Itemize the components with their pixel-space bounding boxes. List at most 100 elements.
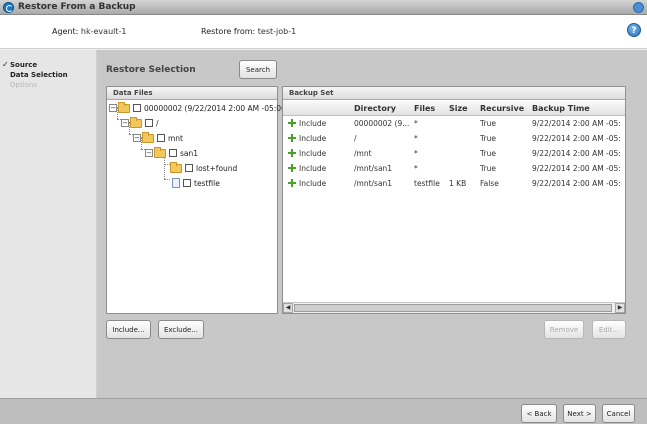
folder-icon xyxy=(130,116,142,128)
collapse-icon[interactable]: − xyxy=(109,104,117,112)
tree-node-label: mnt xyxy=(168,133,183,143)
restore-from-info: Restore from: test-job-1 xyxy=(201,27,296,36)
cancel-button[interactable]: Cancel xyxy=(602,404,635,423)
section-title: Restore Selection xyxy=(106,65,196,75)
tree-checkbox[interactable] xyxy=(157,134,165,142)
row-action: Include xyxy=(299,134,327,143)
row-recursive: True xyxy=(480,134,496,143)
column-files[interactable]: Files xyxy=(414,104,435,113)
row-files: * xyxy=(414,164,418,173)
agent-label: Agent: xyxy=(52,27,79,36)
folder-icon xyxy=(118,101,130,113)
include-plus-icon xyxy=(288,134,296,142)
checkmark-icon: ✓ xyxy=(2,60,9,69)
row-directory: / xyxy=(354,134,357,143)
collapse-icon[interactable]: − xyxy=(133,134,141,142)
agent-value: hk-evault-1 xyxy=(80,27,127,36)
row-files: testfile xyxy=(414,179,440,188)
tree-node-label: 00000002 (9/22/2014 2:00 AM -05:00) xyxy=(144,103,289,113)
tree-checkbox[interactable] xyxy=(133,104,141,112)
scroll-left-icon[interactable]: ◀ xyxy=(283,303,293,313)
row-backup-time: 9/22/2014 2:00 AM -05: xyxy=(532,134,621,143)
include-plus-icon xyxy=(288,164,296,172)
row-action: Include xyxy=(299,164,327,173)
column-recursive[interactable]: Recursive xyxy=(480,104,524,113)
step-source[interactable]: Source xyxy=(10,61,37,69)
row-size: 1 KB xyxy=(449,179,467,188)
row-directory: 00000002 (9... xyxy=(354,119,410,128)
remove-button[interactable]: Remove xyxy=(544,320,584,339)
row-backup-time: 9/22/2014 2:00 AM -05: xyxy=(532,179,621,188)
include-button[interactable]: Include... xyxy=(106,320,151,339)
tree-node-mnt[interactable]: − mnt xyxy=(133,131,183,144)
include-plus-icon xyxy=(288,149,296,157)
tree-node-root[interactable]: − / xyxy=(121,116,159,129)
include-plus-icon xyxy=(288,119,296,127)
collapse-icon[interactable]: − xyxy=(121,119,129,127)
folder-icon xyxy=(142,131,154,143)
data-files-header: Data Files xyxy=(107,87,277,100)
back-button[interactable]: < Back xyxy=(521,404,557,423)
row-files: * xyxy=(414,149,418,158)
table-row[interactable]: Include /mnt/san1 * True 9/22/2014 2:00 … xyxy=(283,161,625,176)
edit-button[interactable]: Edit... xyxy=(592,320,626,339)
tree-node-testfile[interactable]: testfile xyxy=(170,177,220,189)
backup-set-column-headers: Directory Files Size Recursive Backup Ti… xyxy=(283,101,625,116)
row-directory: /mnt xyxy=(354,149,372,158)
row-directory: /mnt/san1 xyxy=(354,179,393,188)
close-window-icon[interactable] xyxy=(633,2,644,13)
tree-node-san1[interactable]: − san1 xyxy=(145,146,199,159)
row-recursive: False xyxy=(480,179,499,188)
backup-set-header: Backup Set xyxy=(283,87,625,100)
table-row[interactable]: Include /mnt * True 9/22/2014 2:00 AM -0… xyxy=(283,146,625,161)
row-backup-time: 9/22/2014 2:00 AM -05: xyxy=(532,119,621,128)
restore-from-label: Restore from: xyxy=(201,27,256,36)
table-row[interactable]: Include / * True 9/22/2014 2:00 AM -05: xyxy=(283,131,625,146)
tree-node-lost-found[interactable]: lost+found xyxy=(170,161,238,174)
row-action: Include xyxy=(299,149,327,158)
row-files: * xyxy=(414,134,418,143)
scroll-right-icon[interactable]: ▶ xyxy=(615,303,625,313)
file-icon xyxy=(172,178,180,188)
row-recursive: True xyxy=(480,164,496,173)
table-row[interactable]: Include /mnt/san1 testfile 1 KB False 9/… xyxy=(283,176,625,191)
app-logo-icon xyxy=(3,2,14,13)
table-row[interactable]: Include 00000002 (9... * True 9/22/2014 … xyxy=(283,116,625,131)
collapse-icon[interactable]: − xyxy=(145,149,153,157)
agent-info: Agent: hk-evault-1 xyxy=(52,27,126,36)
tree-checkbox[interactable] xyxy=(145,119,153,127)
wizard-steps-sidebar: ✓ Source Data Selection Options xyxy=(0,50,97,398)
column-directory[interactable]: Directory xyxy=(354,104,396,113)
tree-checkbox[interactable] xyxy=(169,149,177,157)
title-bar: Restore From a Backup xyxy=(0,0,647,15)
restore-from-value: test-job-1 xyxy=(257,27,297,36)
help-icon[interactable]: ? xyxy=(627,23,641,37)
search-button[interactable]: Search xyxy=(239,60,277,79)
row-directory: /mnt/san1 xyxy=(354,164,393,173)
row-backup-time: 9/22/2014 2:00 AM -05: xyxy=(532,164,621,173)
row-action: Include xyxy=(299,119,327,128)
column-size[interactable]: Size xyxy=(449,104,468,113)
window-title: Restore From a Backup xyxy=(18,2,136,12)
row-action: Include xyxy=(299,179,327,188)
tree-checkbox[interactable] xyxy=(183,179,191,187)
wizard-footer: < Back Next > Cancel xyxy=(0,398,647,424)
folder-icon xyxy=(154,146,166,158)
tree-node-label: san1 xyxy=(180,148,199,158)
tree-checkbox[interactable] xyxy=(185,164,193,172)
main-content: Restore Selection Search Data Files − 00… xyxy=(97,50,647,398)
tree-node-label: / xyxy=(156,118,159,128)
scroll-thumb[interactable] xyxy=(294,304,612,312)
tree-node-label: lost+found xyxy=(196,163,238,173)
row-backup-time: 9/22/2014 2:00 AM -05: xyxy=(532,149,621,158)
next-button[interactable]: Next > xyxy=(563,404,596,423)
exclude-button[interactable]: Exclude... xyxy=(158,320,204,339)
data-files-panel: Data Files − 00000002 (9/22/2014 2:00 AM… xyxy=(106,86,289,314)
step-data-selection[interactable]: Data Selection xyxy=(10,71,68,79)
horizontal-scrollbar[interactable]: ◀ ▶ xyxy=(283,302,625,313)
backup-set-panel: Backup Set Directory Files Size Recursiv… xyxy=(282,86,626,314)
row-files: * xyxy=(414,119,418,128)
tree-node-snapshot[interactable]: − 00000002 (9/22/2014 2:00 AM -05:00) xyxy=(109,101,289,114)
column-backup-time[interactable]: Backup Time xyxy=(532,104,590,113)
tree-node-label: testfile xyxy=(194,178,220,188)
